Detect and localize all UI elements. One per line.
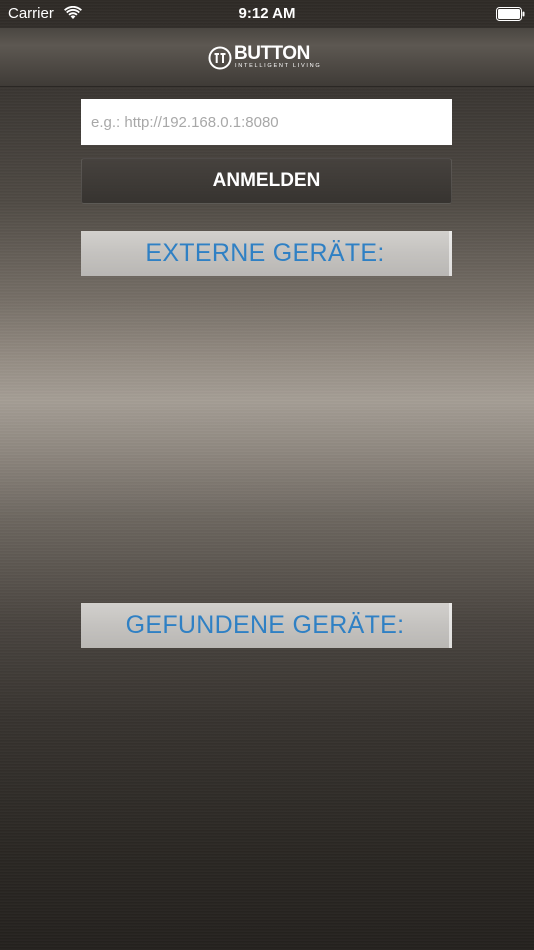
clock-time: 9:12 AM: [238, 5, 296, 22]
status-bar: Carrier 9:12 AM: [0, 0, 534, 28]
logo-wordmark: BUTTON: [234, 43, 310, 64]
server-url-input[interactable]: [81, 99, 452, 145]
battery-icon: [496, 7, 526, 21]
found-devices-header: GEFUNDENE GERÄTE:: [81, 603, 452, 648]
login-button[interactable]: ANMELDEN: [81, 158, 452, 204]
external-devices-header: EXTERNE GERÄTE:: [81, 231, 452, 276]
external-devices-list[interactable]: [81, 276, 452, 596]
nav-header: BUTTON INTELLIGENT LIVING: [0, 28, 534, 86]
button-logo: BUTTON INTELLIGENT LIVING: [206, 44, 330, 74]
logo-tagline: INTELLIGENT LIVING: [235, 63, 322, 69]
logo-mark-icon: [208, 46, 232, 70]
found-devices-list[interactable]: [81, 648, 452, 938]
